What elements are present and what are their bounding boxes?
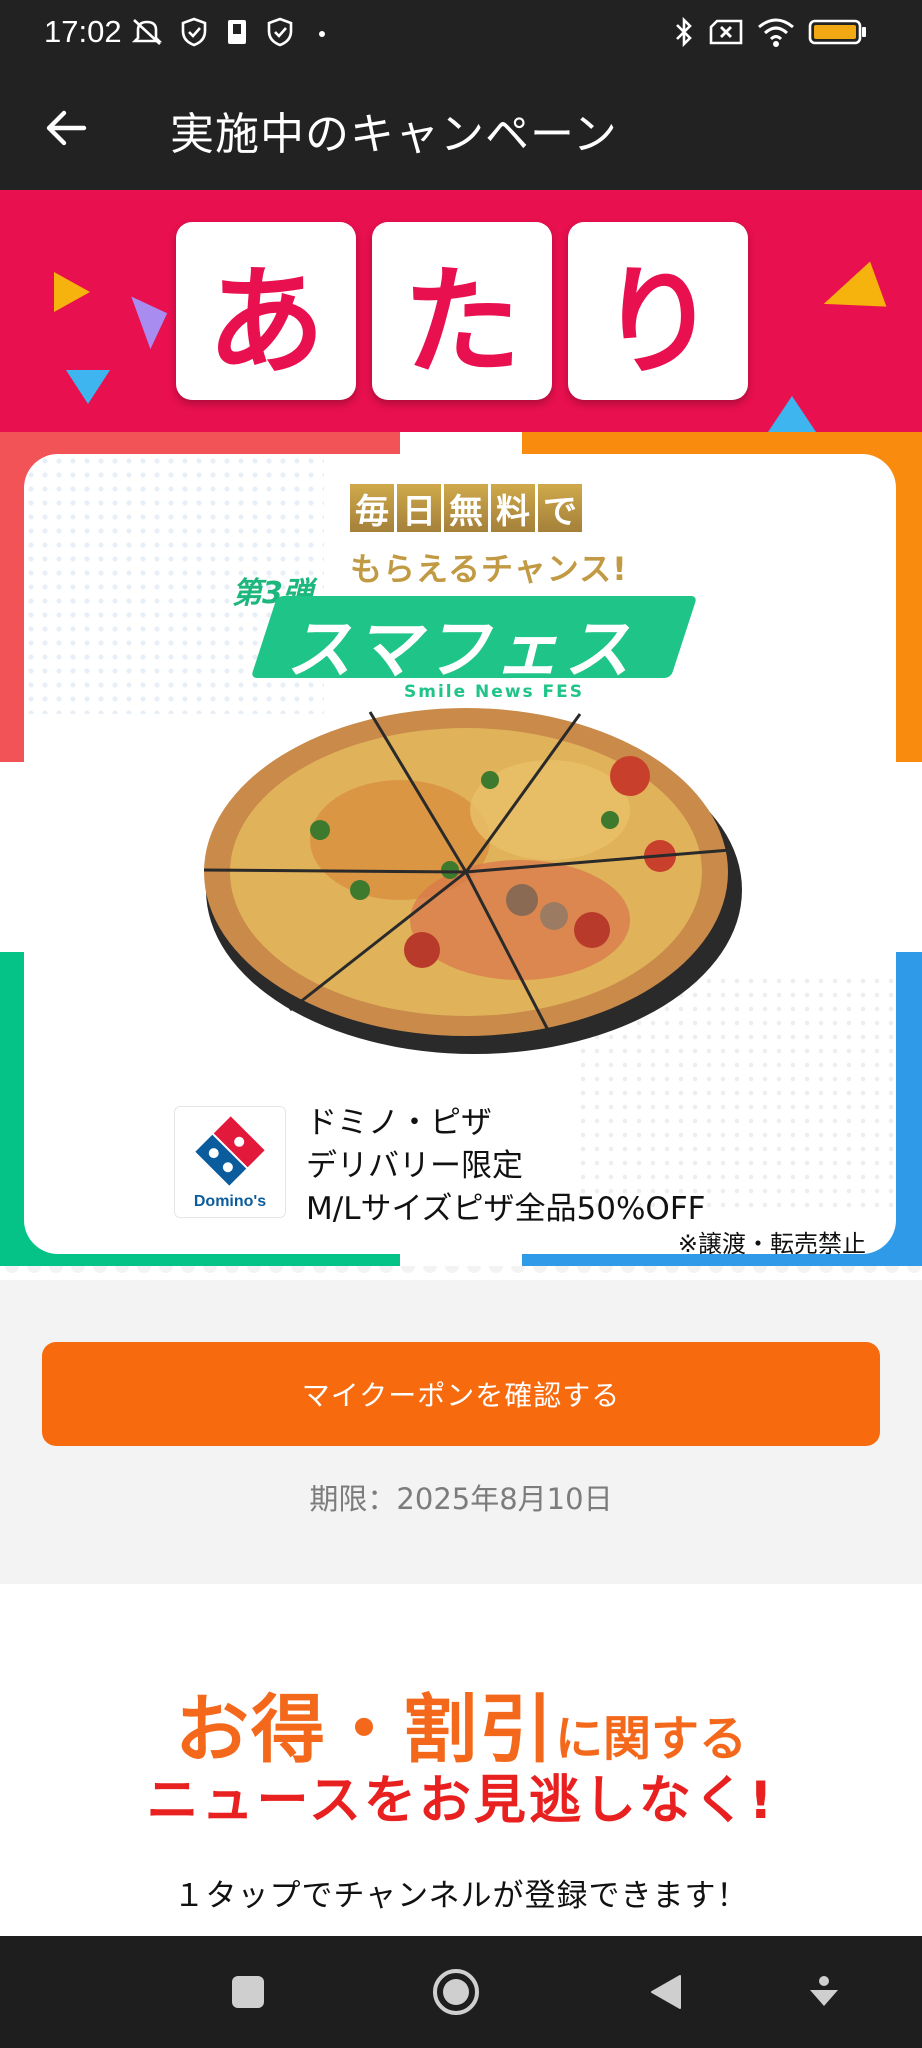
domino-tile-icon [195, 1116, 265, 1186]
arrow-down-icon [810, 1976, 838, 2006]
campaign-logo: スマフェス [286, 611, 635, 688]
dot-icon [318, 16, 326, 48]
coupon-card: 毎 日 無 料 で もらえるチャンス! 第3弾 スマフェス Smile News… [24, 454, 896, 1254]
status-time: 17:02 [44, 14, 122, 49]
offer-line: デリバリー限定 [306, 1148, 523, 1184]
recent-apps-button[interactable] [222, 1966, 274, 2018]
shield-icon [180, 16, 208, 48]
page-title: 実施中のキャンペーン [170, 109, 618, 160]
daily-free-heading: 毎 日 無 料 で [350, 484, 582, 532]
triangle-back-icon [651, 1975, 681, 2009]
heading-char: 無 [444, 484, 488, 532]
back-nav-button[interactable] [640, 1966, 692, 2018]
coupon-card-area: 毎 日 無 料 で もらえるチャンス! 第3弾 スマフェス Smile News… [0, 432, 922, 1280]
status-bar: 17:02 [0, 0, 922, 64]
offer-line: M/Lサイズピザ全品50%OFF [306, 1191, 706, 1227]
transfer-note: ※譲渡・転売禁止 [677, 1230, 866, 1254]
heading-char: 日 [397, 484, 441, 532]
confetti-shape [815, 261, 887, 327]
wifi-icon [756, 16, 796, 48]
bluetooth-icon [672, 16, 696, 48]
offer-text: ドミノ・ピザ デリバリー限定 M/Lサイズピザ全品50%OFF [306, 1102, 706, 1231]
banner-tile: り [568, 222, 748, 400]
dominos-logo-text: Domino's [193, 1193, 267, 1210]
chance-subheading: もらえるチャンス! [350, 550, 628, 588]
home-button[interactable] [430, 1966, 482, 2018]
my-coupon-button[interactable]: マイクーポンを確認する [42, 1342, 880, 1446]
confetti-shape [768, 396, 816, 432]
square-icon [232, 1976, 264, 2008]
promo-subheadline: ニュースをお見逃しなく! [146, 1771, 776, 1831]
coupon-action-area: マイクーポンを確認する 期限：2025年8月10日 [0, 1280, 922, 1584]
promo-caption: １タップでチャンネルが登録できます！ [173, 1878, 749, 1914]
win-banner: あ た り [0, 190, 922, 432]
dominos-logo: Domino's [174, 1106, 286, 1218]
back-button[interactable] [40, 102, 92, 154]
confetti-shape [54, 272, 90, 312]
pizza-image [203, 708, 742, 1054]
no-sim-icon [708, 16, 744, 48]
confetti-shape [131, 286, 177, 350]
heading-char: で [538, 484, 582, 532]
app-bar: 実施中のキャンペーン [0, 64, 922, 190]
expiry-date: 期限：2025年8月10日 [309, 1482, 613, 1516]
confetti-shape [66, 370, 110, 404]
nav-extra-button[interactable] [798, 1966, 850, 2018]
battery-icon [808, 16, 868, 48]
banner-tile: あ [176, 222, 356, 400]
ticket-edge [0, 1266, 922, 1280]
offer-line: ドミノ・ピザ [306, 1105, 492, 1141]
system-nav-bar [0, 1936, 922, 2048]
mute-icon [128, 16, 166, 48]
sim-icon [226, 16, 248, 48]
banner-tile: た [372, 222, 552, 400]
heading-char: 料 [491, 484, 535, 532]
news-promo: お得・割引に関する ニュースをお見逃しなく! １タップでチャンネルが登録できます… [0, 1584, 922, 1936]
heading-char: 毎 [350, 484, 394, 532]
circle-icon [433, 1969, 479, 2015]
arrow-left-icon [46, 110, 87, 146]
shield-check-icon [266, 16, 294, 48]
